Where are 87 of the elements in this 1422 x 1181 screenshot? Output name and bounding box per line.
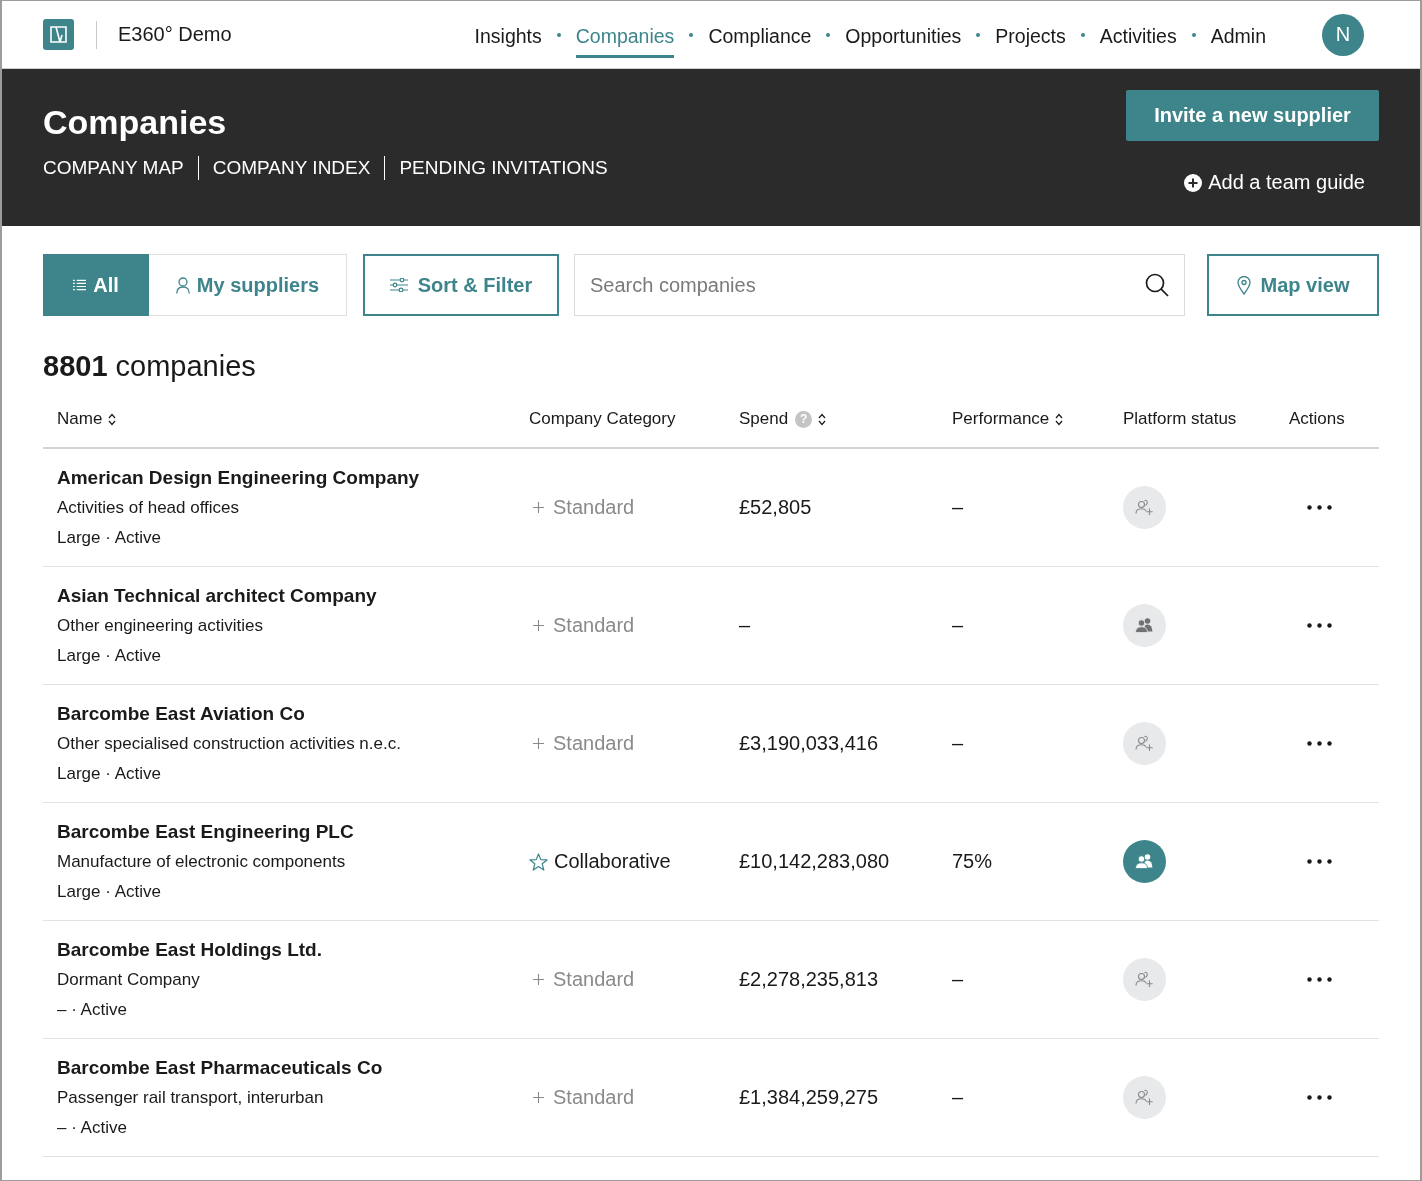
subnav-link[interactable]: PENDING INVITATIONS [384, 156, 622, 180]
people-icon[interactable] [1123, 604, 1166, 647]
company-name[interactable]: Barcombe East Pharmaceuticals Co [57, 1052, 383, 1083]
performance-value: – [952, 968, 964, 991]
company-activity: Activities of head offices [57, 496, 240, 519]
logo-icon[interactable] [43, 19, 74, 50]
performance-value: – [952, 1086, 964, 1109]
app-name: E360° Demo [118, 23, 232, 46]
map-view-button[interactable]: Map view [1207, 254, 1379, 316]
people-icon[interactable] [1123, 840, 1166, 883]
performance-value: – [952, 732, 964, 755]
column-header: Company Category [529, 409, 676, 429]
page-title: Companies [43, 102, 228, 142]
spend-value: £2,278,235,813 [739, 968, 879, 991]
company-activity: Manufacture of electronic components [57, 850, 346, 873]
nav-link[interactable]: Projects [995, 14, 1066, 58]
plus-icon [533, 738, 544, 749]
company-details: Large · Active [57, 644, 161, 667]
performance-value: – [952, 496, 964, 519]
nav-link[interactable]: Admin [1210, 14, 1266, 58]
performance-value: – [952, 614, 964, 637]
column-header[interactable]: Name [57, 409, 103, 429]
company-activity: Other engineering activities [57, 614, 263, 637]
company-details: Large · Active [57, 762, 161, 785]
spend-value: – [739, 614, 751, 637]
sort-icon[interactable] [818, 412, 827, 426]
company-count: 8801 companies [43, 349, 257, 384]
plus-circle-icon [1184, 173, 1203, 192]
spend-value: £52,805 [739, 496, 812, 519]
more-icon[interactable] [1307, 741, 1332, 746]
invite-supplier-button[interactable]: Invite a new supplier [1126, 90, 1379, 141]
spend-value: £1,384,259,275 [739, 1086, 879, 1109]
company-name[interactable]: American Design Engineering Company [57, 462, 420, 493]
user-avatar[interactable]: N [1322, 13, 1364, 56]
company-name[interactable]: Barcombe East Engineering PLC [57, 816, 354, 847]
plus-icon [533, 974, 544, 985]
nav-link[interactable]: Companies [575, 14, 675, 58]
performance-value: 75% [952, 850, 993, 873]
column-header[interactable]: Performance [952, 409, 1050, 429]
star-icon [529, 852, 548, 871]
search-field[interactable]: Search companies [574, 254, 1185, 316]
more-icon[interactable] [1307, 977, 1332, 982]
sort-icon[interactable] [108, 412, 117, 426]
more-icon[interactable] [1307, 505, 1332, 510]
search-icon[interactable] [1145, 273, 1169, 297]
category-label: Collaborative [554, 850, 671, 873]
sliders-icon [389, 278, 408, 292]
spend-value: £10,142,283,080 [739, 850, 890, 873]
more-icon[interactable] [1307, 1095, 1332, 1100]
sort-icon[interactable] [1055, 412, 1064, 426]
company-name[interactable]: Barcombe East Holdings Ltd. [57, 934, 322, 965]
sort-filter-button[interactable]: Sort & Filter [363, 254, 559, 316]
subnav-link[interactable]: COMPANY INDEX [197, 156, 385, 180]
column-header: Actions [1289, 409, 1345, 429]
list-icon [73, 279, 87, 291]
category-label: Standard [553, 1086, 635, 1109]
category-label: Standard [553, 968, 635, 991]
company-details: Large · Active [57, 880, 161, 903]
category-label: Standard [553, 496, 635, 519]
column-header: Platform status [1123, 409, 1237, 429]
company-details: Large · Active [57, 526, 161, 549]
nav-link[interactable]: Compliance [708, 14, 812, 58]
category-label: Standard [553, 732, 635, 755]
subnav-link[interactable]: COMPANY MAP [43, 156, 198, 180]
category-label: Standard [553, 614, 635, 637]
spend-value: £3,190,033,416 [739, 732, 879, 755]
company-details: – · Active [57, 998, 127, 1021]
view-tab[interactable]: My suppliers [149, 254, 347, 316]
plus-icon [533, 502, 544, 513]
company-activity: Passenger rail transport, interurban [57, 1086, 324, 1109]
company-activity: Other specialised construction activities n.e.c. [57, 732, 401, 755]
company-name[interactable]: Asian Technical architect Company [57, 580, 377, 611]
person-icon [175, 276, 190, 294]
company-activity: Dormant Company [57, 968, 200, 991]
view-tab[interactable]: All [43, 254, 149, 316]
nav-link[interactable]: Insights [474, 14, 542, 58]
nav-link[interactable]: Opportunities [845, 14, 962, 58]
map-pin-icon [1236, 275, 1251, 295]
company-name[interactable]: Barcombe East Aviation Co [57, 698, 305, 729]
plus-icon [533, 620, 544, 631]
more-icon[interactable] [1307, 623, 1332, 628]
plus-icon [533, 1092, 544, 1103]
company-details: – · Active [57, 1116, 127, 1139]
column-header[interactable]: Spend [739, 409, 789, 429]
nav-link[interactable]: Activities [1099, 14, 1177, 58]
add-team-guide-link[interactable]: Add a team guide [1184, 171, 1365, 194]
more-icon[interactable] [1307, 859, 1332, 864]
